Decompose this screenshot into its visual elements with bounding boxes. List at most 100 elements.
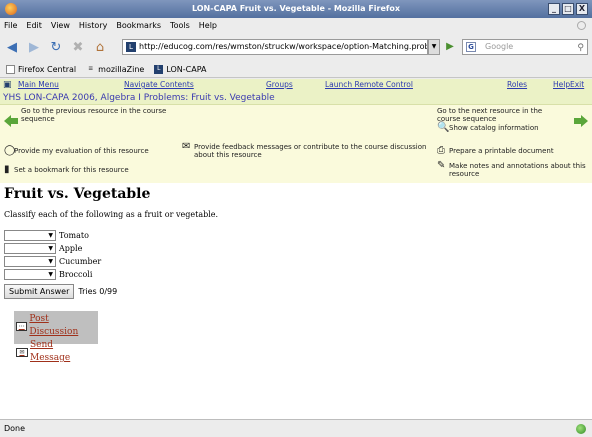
match-row: ▼ Apple xyxy=(4,242,588,255)
go-arrow-icon[interactable]: ▶ xyxy=(444,41,456,53)
dropdown-caret-icon: ▼ xyxy=(48,258,53,265)
page-content: ▣ Main Menu Navigate Contents Groups Lau… xyxy=(0,79,592,419)
match-select-cucumber[interactable]: ▼ xyxy=(4,256,56,267)
status-bar: Done xyxy=(0,419,592,437)
evaluate-resource-link[interactable]: ◯ Provide my evaluation of this resource xyxy=(4,145,149,156)
bookmark-icon: ▮ xyxy=(4,164,10,175)
problem-instructions: Classify each of the following as a frui… xyxy=(4,210,219,219)
site-favicon-icon: L xyxy=(126,42,136,52)
send-message-link[interactable]: ✉ Send Message xyxy=(16,339,96,365)
navigation-toolbar: ◀ ▶ ↻ ✖ ⌂ L http://educog.com/res/wmston… xyxy=(0,33,592,61)
search-input[interactable]: G Google ⚲ xyxy=(462,39,588,55)
submit-row: Submit Answer Tries 0/99 xyxy=(4,284,588,299)
match-select-tomato[interactable]: ▼ xyxy=(4,230,56,241)
stop-icon[interactable]: ✖ xyxy=(70,39,86,55)
match-row: ▼ Broccoli xyxy=(4,268,588,281)
window-controls: _ □ X xyxy=(548,3,588,15)
feedback-icon: ✉ xyxy=(182,141,191,152)
help-link[interactable]: Help xyxy=(553,80,570,89)
catalog-info-link[interactable]: 🔍 Show catalog information xyxy=(437,123,539,133)
match-label: Apple xyxy=(59,244,83,253)
bookmark-label: mozillaZine xyxy=(98,64,145,74)
window-titlebar: LON-CAPA Fruit vs. Vegetable - Mozilla F… xyxy=(0,0,592,18)
prev-arrow-icon[interactable] xyxy=(4,115,18,127)
envelope-icon: ✉ xyxy=(16,347,28,357)
groups-link[interactable]: Groups xyxy=(266,80,293,89)
tries-counter: Tries 0/99 xyxy=(78,287,118,296)
maximize-button[interactable]: □ xyxy=(562,3,574,15)
roles-link[interactable]: Roles xyxy=(507,80,527,89)
dropdown-caret-icon: ▼ xyxy=(48,232,53,239)
submit-answer-button[interactable]: Submit Answer xyxy=(4,284,75,299)
bookmark-mozillazine[interactable]: ≡ mozillaZine xyxy=(86,65,144,74)
bookmark-firefox-central[interactable]: Firefox Central xyxy=(6,64,77,74)
next-resource-link[interactable]: Go to the next resource in the course se… xyxy=(437,107,567,123)
print-label: Prepare a printable document xyxy=(449,147,554,155)
forward-arrow-icon[interactable]: ▶ xyxy=(26,39,42,55)
feedback-link[interactable]: ✉ Provide feedback messages or contribut… xyxy=(182,141,434,160)
match-label: Broccoli xyxy=(59,270,93,279)
page-icon xyxy=(6,64,15,74)
menu-tools[interactable]: Tools xyxy=(170,21,190,30)
match-select-apple[interactable]: ▼ xyxy=(4,243,56,254)
menu-bar: File Edit View History Bookmarks Tools H… xyxy=(0,18,592,33)
url-text: http://educog.com/res/wmston/struckw/wor… xyxy=(139,42,428,51)
menu-view[interactable]: View xyxy=(51,21,70,30)
discussion-icon: ⋯ xyxy=(16,321,28,331)
prev-resource-link[interactable]: Go to the previous resource in the cours… xyxy=(21,107,171,123)
post-discussion-link[interactable]: ⋯ Post Discussion xyxy=(16,313,96,339)
bookmark-resource-link[interactable]: ▮ Set a bookmark for this resource xyxy=(4,164,129,175)
course-title: YHS LON-CAPA 2006, Algebra I Problems: F… xyxy=(0,92,592,105)
catalog-label: Show catalog information xyxy=(449,124,539,132)
window-title: LON-CAPA Fruit vs. Vegetable - Mozilla F… xyxy=(191,4,401,13)
lightbulb-icon: ◯ xyxy=(4,145,16,156)
bookmark-label: Set a bookmark for this resource xyxy=(14,166,129,174)
notes-link[interactable]: ✎ Make notes and annotations about this … xyxy=(437,161,587,179)
reload-icon[interactable]: ↻ xyxy=(48,39,64,55)
menu-bookmarks[interactable]: Bookmarks xyxy=(116,21,161,30)
bookmarks-toolbar: Firefox Central ≡ mozillaZine L LON-CAPA xyxy=(0,61,592,78)
main-menu-link[interactable]: Main Menu xyxy=(18,80,59,89)
status-indicator-icon xyxy=(576,424,586,434)
dropdown-caret-icon: ▼ xyxy=(48,271,53,278)
home-icon[interactable]: ⌂ xyxy=(92,39,108,55)
launch-remote-link[interactable]: Launch Remote Control xyxy=(325,80,413,89)
throbber-icon xyxy=(577,21,586,30)
match-row: ▼ Cucumber xyxy=(4,255,588,268)
bookmark-lon-capa[interactable]: L LON-CAPA xyxy=(154,64,207,74)
post-discussion-label: Post Discussion xyxy=(29,314,79,337)
navigate-contents-link[interactable]: Navigate Contents xyxy=(124,80,194,89)
lon-capa-icon: L xyxy=(154,64,164,74)
print-link[interactable]: ⎙ Prepare a printable document xyxy=(437,145,554,156)
discussion-box: ⋯ Post Discussion ✉ Send Message xyxy=(14,311,98,363)
printer-icon: ⎙ xyxy=(437,145,445,156)
close-button[interactable]: X xyxy=(576,3,588,15)
match-select-broccoli[interactable]: ▼ xyxy=(4,269,56,280)
back-arrow-icon[interactable]: ◀ xyxy=(4,39,20,55)
bookmark-label: Firefox Central xyxy=(18,64,77,74)
search-placeholder: Google xyxy=(485,42,514,51)
firefox-icon xyxy=(5,3,17,15)
menu-history[interactable]: History xyxy=(79,21,107,30)
menu-file[interactable]: File xyxy=(4,21,17,30)
menu-edit[interactable]: Edit xyxy=(26,21,42,30)
problem-area: Fruit vs. Vegetable Classify each of the… xyxy=(0,183,592,302)
match-label: Tomato xyxy=(59,231,89,240)
url-input[interactable]: L http://educog.com/res/wmston/struckw/w… xyxy=(122,39,428,55)
url-dropdown-icon[interactable]: ▼ xyxy=(428,39,440,55)
exit-link[interactable]: Exit xyxy=(570,80,584,89)
lon-capa-navbar: ▣ Main Menu Navigate Contents Groups Lau… xyxy=(0,79,592,92)
resource-toolbar: Go to the previous resource in the cours… xyxy=(0,105,592,183)
status-text: Done xyxy=(4,424,26,433)
search-icon[interactable]: ⚲ xyxy=(577,41,584,55)
evaluate-label: Provide my evaluation of this resource xyxy=(14,147,149,155)
mozillazine-icon: ≡ xyxy=(88,64,94,72)
feedback-label: Provide feedback messages or contribute … xyxy=(194,143,427,159)
minimize-button[interactable]: _ xyxy=(548,3,560,15)
next-arrow-icon[interactable] xyxy=(574,115,588,127)
lon-capa-logo-icon[interactable]: ▣ xyxy=(3,80,15,90)
match-label: Cucumber xyxy=(59,257,102,266)
send-message-label: Send Message xyxy=(29,340,71,363)
search-engine-icon[interactable]: G xyxy=(466,42,476,52)
menu-help[interactable]: Help xyxy=(199,21,217,30)
